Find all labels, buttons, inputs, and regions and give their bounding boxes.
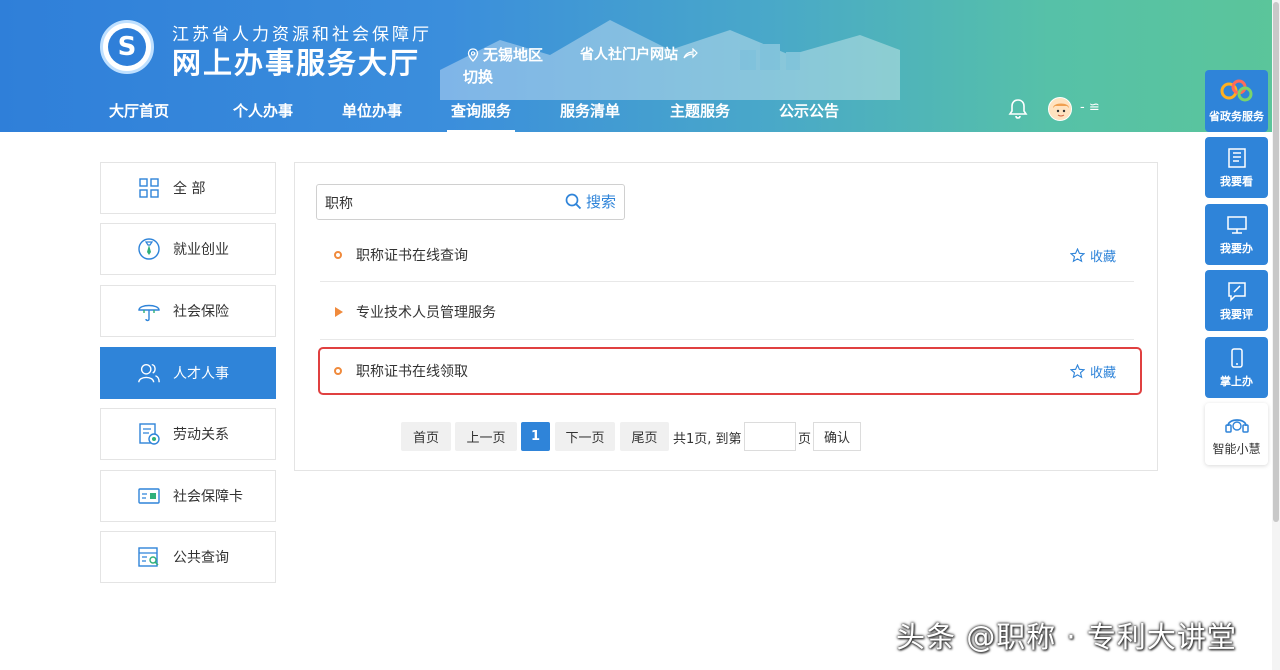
page-jump-input[interactable]: [744, 422, 796, 451]
page-last-button[interactable]: 尾页: [620, 422, 669, 451]
employment-icon: [137, 237, 161, 261]
float-label: 掌上办: [1220, 374, 1253, 388]
share-arrow-icon: [683, 48, 698, 59]
monitor-icon: [1226, 215, 1247, 234]
page-prev-button[interactable]: 上一页: [455, 422, 517, 451]
float-evaluate[interactable]: 我要评: [1205, 270, 1268, 331]
float-label: 我要看: [1220, 174, 1253, 188]
watermark-text: 头条 @职称 · 专利大讲堂: [896, 620, 1237, 654]
page-suffix: 页: [798, 432, 812, 447]
page-summary: 共1页, 到第: [673, 432, 742, 447]
logo-glyph: S: [108, 28, 146, 66]
user-name[interactable]: - ≌: [1080, 100, 1100, 115]
star-icon: [1069, 363, 1085, 378]
sidebar-item-label: 社会保险: [173, 304, 229, 320]
people-icon: [137, 361, 161, 385]
page-scrollbar[interactable]: [1272, 0, 1280, 670]
sidebar-item-talent[interactable]: 人才人事: [100, 347, 276, 399]
bell-icon[interactable]: [1008, 98, 1028, 120]
favorite-button[interactable]: 收藏: [1069, 246, 1116, 265]
hall-name: 网上办事服务大厅: [172, 46, 421, 80]
sidebar-item-social-insurance[interactable]: 社会保险: [100, 285, 276, 337]
float-label: 智能小慧: [1212, 441, 1261, 456]
list-item-title: 职称证书在线查询: [356, 248, 468, 264]
nav-item-unit[interactable]: 单位办事: [342, 100, 402, 121]
float-mobile[interactable]: 掌上办: [1205, 337, 1268, 398]
search-button-label: 搜索: [585, 193, 616, 211]
sidebar-item-ss-card[interactable]: 社会保障卡: [100, 470, 276, 522]
sidebar-item-label: 全 部: [173, 181, 206, 197]
list-item-highlighted[interactable]: 职称证书在线领取 收藏: [318, 347, 1142, 395]
notebook-icon: [1227, 147, 1246, 168]
list-item-expandable[interactable]: 专业技术人员管理服务: [320, 289, 1140, 335]
search-icon: [565, 193, 582, 210]
phone-icon: [1230, 347, 1243, 368]
list-item-title: 专业技术人员管理服务: [356, 305, 496, 321]
location-pin-icon: [467, 47, 479, 62]
float-gov-service[interactable]: 省政务服务: [1205, 70, 1268, 132]
sidebar-item-label: 人才人事: [173, 366, 229, 382]
float-label: 我要办: [1220, 241, 1253, 255]
star-icon: [1069, 247, 1085, 262]
user-avatar[interactable]: [1048, 97, 1072, 121]
headset-icon: [1224, 418, 1249, 433]
gov-service-logo-icon: [1220, 79, 1252, 102]
site-logo[interactable]: S: [100, 20, 154, 74]
nav-item-service-list[interactable]: 服务清单: [560, 100, 620, 121]
region-selector: 无锡地区: [467, 44, 543, 65]
list-divider: [320, 339, 1134, 340]
list-divider: [320, 281, 1134, 282]
float-handle[interactable]: 我要办: [1205, 204, 1268, 265]
umbrella-icon: [137, 299, 161, 323]
bullet-icon: [334, 367, 342, 375]
sidebar-item-label: 就业创业: [173, 242, 229, 258]
float-view[interactable]: 我要看: [1205, 137, 1268, 198]
sidebar-item-label: 社会保障卡: [173, 489, 243, 505]
card-icon: [137, 484, 161, 508]
nav-item-theme[interactable]: 主题服务: [670, 100, 730, 121]
nav-item-notice[interactable]: 公示公告: [779, 100, 839, 121]
sidebar-item-public-query[interactable]: 公共查询: [100, 531, 276, 583]
favorite-label: 收藏: [1089, 249, 1116, 265]
query-icon: [137, 545, 161, 569]
region-name: 无锡地区: [483, 46, 544, 64]
favorite-button[interactable]: 收藏: [1069, 362, 1116, 381]
scrollbar-thumb[interactable]: [1273, 2, 1279, 522]
grid-icon: [137, 176, 161, 200]
search-bar: 搜索: [316, 184, 625, 220]
nav-item-home[interactable]: 大厅首页: [109, 100, 169, 121]
float-label: 我要评: [1220, 307, 1253, 321]
search-button[interactable]: 搜索: [565, 191, 616, 212]
portal-link[interactable]: 省人社门户网站: [580, 44, 698, 64]
bullet-icon: [334, 251, 342, 259]
edit-comment-icon: [1227, 281, 1246, 302]
list-item-title: 职称证书在线领取: [356, 364, 468, 380]
page-confirm-button[interactable]: 确认: [813, 422, 861, 451]
labor-doc-icon: [137, 422, 161, 446]
sidebar-item-label: 劳动关系: [173, 427, 229, 443]
list-item[interactable]: 职称证书在线查询 收藏: [320, 232, 1140, 278]
sidebar-item-employment[interactable]: 就业创业: [100, 223, 276, 275]
nav-item-personal[interactable]: 个人办事: [233, 100, 293, 121]
main-nav: 大厅首页 个人办事 单位办事 查询服务 服务清单 主题服务 公示公告: [0, 96, 900, 133]
favorite-label: 收藏: [1089, 365, 1116, 381]
page-next-button[interactable]: 下一页: [555, 422, 615, 451]
page-first-button[interactable]: 首页: [401, 422, 451, 451]
region-switch-link[interactable]: 切换: [463, 66, 493, 87]
float-label: 省政务服务: [1209, 110, 1264, 123]
sidebar-item-label: 公共查询: [173, 550, 229, 566]
portal-link-label: 省人社门户网站: [580, 47, 678, 63]
search-input[interactable]: [325, 191, 545, 215]
page-current-button[interactable]: 1: [521, 422, 550, 451]
expand-arrow-icon: [335, 307, 343, 317]
sidebar-item-labor[interactable]: 劳动关系: [100, 408, 276, 460]
nav-item-query[interactable]: 查询服务: [446, 100, 516, 133]
sidebar-item-all[interactable]: 全 部: [100, 162, 276, 214]
float-assistant[interactable]: 智能小慧: [1205, 403, 1268, 465]
